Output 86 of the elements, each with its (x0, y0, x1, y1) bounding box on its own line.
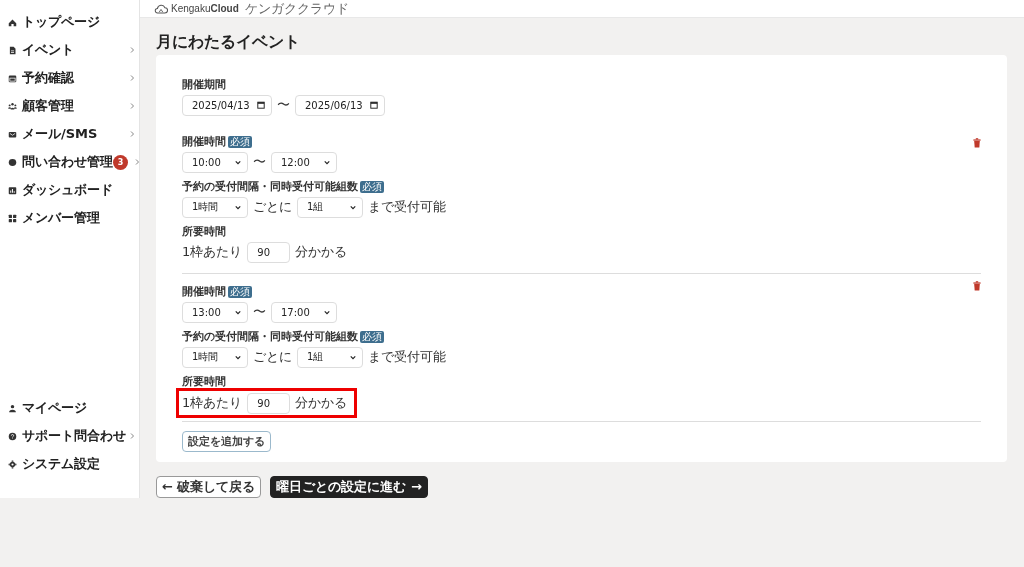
dropdown[interactable]: 1時間 (182, 196, 248, 218)
dropdown[interactable]: 1組 (297, 196, 363, 218)
dropdown[interactable]: 1時間 (182, 346, 248, 368)
field-label: 予約の受付間隔・同時受付可能組数 (182, 329, 358, 344)
dropdown[interactable]: 17:00 (271, 301, 337, 323)
date-field[interactable]: 2025/04/13 (182, 94, 272, 116)
people-icon (8, 101, 17, 111)
logo-text: KengakuCloud (171, 3, 239, 14)
unit-text: まで受付可能 (368, 348, 446, 366)
logo-tagline: ケンガククラウド (244, 0, 349, 18)
sidebar-item[interactable]: メンバー管理 (0, 204, 139, 232)
tilde-separator: 〜 (253, 303, 266, 321)
house-icon (8, 17, 17, 27)
sidebar-item[interactable]: ダッシュボード (0, 176, 139, 204)
field-label: 開催期間 (182, 77, 226, 92)
required-badge: 必須 (228, 135, 252, 148)
number-field[interactable]: 90 (247, 392, 291, 414)
calendar-icon[interactable] (257, 101, 265, 109)
sidebar-item-label: 予約確認 (22, 69, 75, 87)
sidebar-item-label: マイページ (22, 399, 88, 417)
trash-icon[interactable] (973, 138, 981, 148)
required-badge: 必須 (360, 180, 384, 193)
tilde-separator: 〜 (253, 153, 266, 171)
help-icon (8, 431, 17, 441)
sidebar-item[interactable]: マイページ (0, 394, 139, 422)
sidebar-item[interactable]: サポート問合わせ (0, 422, 139, 450)
caret-icon (235, 204, 241, 210)
sidebar-item[interactable]: 問い合わせ管理 3 (0, 148, 139, 176)
field-label: 所要時間 (182, 224, 226, 239)
cloud-logo-icon (154, 3, 168, 14)
person-icon (8, 403, 17, 413)
field-label: 開催時間 (182, 134, 226, 149)
required-badge: 必須 (360, 330, 384, 343)
sidebar-item[interactable]: トップページ (0, 8, 139, 36)
sidebar-item-label: サポート問合わせ (22, 427, 127, 445)
number-field[interactable]: 90 (247, 241, 291, 263)
unit-text: ごとに (253, 198, 292, 216)
back-button[interactable]: ← 破棄して戻る (156, 476, 262, 498)
sidebar-item-label: メール/SMS (22, 125, 99, 143)
count-badge: 3 (113, 154, 128, 170)
sidebar-item[interactable]: 予約確認 (0, 64, 139, 92)
dropdown[interactable]: 13:00 (182, 301, 248, 323)
unit-text: 1枠あたり (182, 394, 243, 412)
field-label: 所要時間 (182, 374, 226, 389)
dropdown[interactable]: 12:00 (271, 151, 337, 173)
unit-text: まで受付可能 (368, 198, 446, 216)
sidebar-item-label: メンバー管理 (22, 209, 101, 227)
sidebar-item-label: ダッシュボード (22, 181, 114, 199)
tilde-separator: 〜 (277, 96, 290, 114)
unit-text: ごとに (253, 348, 292, 366)
bar-chart-icon (8, 185, 17, 195)
caret-icon (324, 159, 330, 165)
caret-icon (235, 354, 241, 360)
required-badge: 必須 (228, 285, 252, 298)
sidebar-item[interactable]: 顧客管理 (0, 92, 139, 120)
dropdown[interactable]: 1組 (297, 346, 363, 368)
caret-icon (235, 159, 241, 165)
caret-icon (235, 309, 241, 315)
grid-icon (8, 213, 17, 223)
caret-icon (350, 204, 356, 210)
calendar-icon (8, 73, 17, 83)
trash-icon[interactable] (973, 281, 981, 291)
sidebar-item-label: 問い合わせ管理 (22, 153, 113, 171)
field-label: 開催時間 (182, 284, 226, 299)
unit-text: 1枠あたり (182, 243, 243, 261)
caret-icon (324, 309, 330, 315)
sidebar-item-label: 顧客管理 (22, 97, 75, 115)
calendar-icon[interactable] (370, 101, 378, 109)
caret-icon (350, 354, 356, 360)
page-title: 月にわたるイベント (156, 32, 301, 53)
document-icon (8, 45, 17, 55)
date-field[interactable]: 2025/06/13 (295, 94, 385, 116)
sidebar-item[interactable]: イベント (0, 36, 139, 64)
sidebar-item-label: イベント (22, 41, 75, 59)
sidebar-item-label: システム設定 (22, 455, 101, 473)
sidebar-item[interactable]: システム設定 (0, 450, 139, 478)
field-label: 予約の受付間隔・同時受付可能組数 (182, 179, 358, 194)
unit-text: 分かかる (295, 243, 348, 261)
sidebar-item[interactable]: メール/SMS (0, 120, 139, 148)
add-setting-button[interactable]: 設定を追加する (182, 431, 271, 452)
envelope-icon (8, 129, 17, 139)
unit-text: 分かかる (295, 394, 348, 412)
dropdown[interactable]: 10:00 (182, 151, 248, 173)
next-button[interactable]: 曜日ごとの設定に進む → (270, 476, 428, 498)
sidebar-item-label: トップページ (22, 13, 101, 31)
chat-bubble-icon (8, 157, 17, 167)
